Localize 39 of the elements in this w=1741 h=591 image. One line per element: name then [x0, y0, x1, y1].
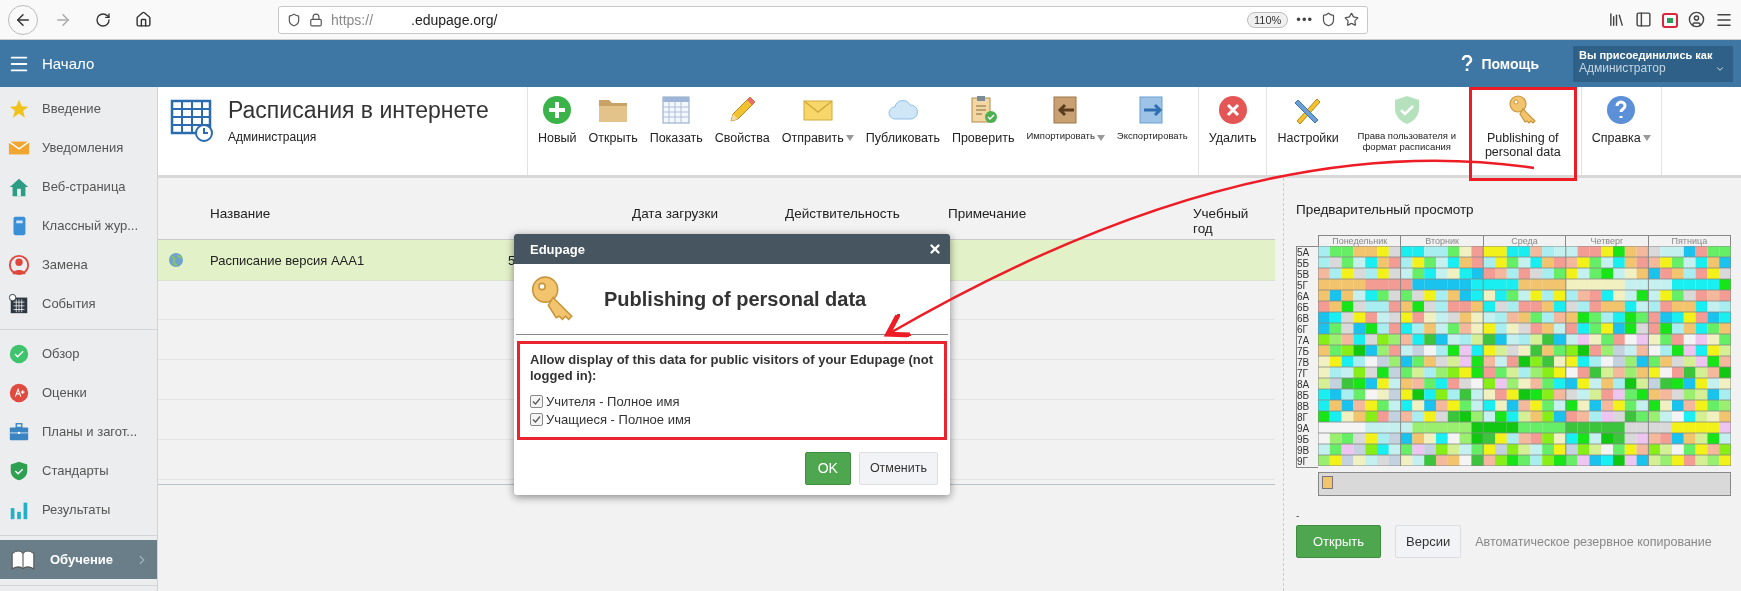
- class-label: 5А: [1297, 247, 1311, 258]
- login-role: Администратор: [1579, 60, 1666, 75]
- url-domain: .edupage.org/: [411, 11, 498, 28]
- class-label: 7В: [1297, 357, 1311, 368]
- class-label: 9Б: [1297, 434, 1311, 445]
- day-label: Понедельник: [1331, 236, 1389, 246]
- day-label: Пятница: [1647, 236, 1731, 246]
- class-label: 6Г: [1297, 324, 1309, 335]
- preview-title: Предварительный просмотр: [1296, 202, 1475, 217]
- class-label: 7А: [1297, 335, 1311, 346]
- day-label: Четверг: [1565, 236, 1648, 246]
- class-label: 7Б: [1297, 346, 1311, 357]
- class-label: 5Г: [1297, 280, 1309, 291]
- app-subtitle: Администрация: [228, 130, 318, 144]
- checkbox-label: Учащиеся - Полное имя: [546, 411, 691, 427]
- checkbox-label: Учителя - Полное имя: [546, 393, 680, 409]
- class-label: 5В: [1297, 269, 1311, 280]
- class-label: 8Г: [1297, 412, 1309, 423]
- dialog-title: Edupage: [530, 241, 585, 257]
- dialog-prompt: Allow display of this data for public visitors of your Edupage (not logged in):: [530, 352, 934, 385]
- class-label: 9Г: [1297, 456, 1309, 467]
- class-label: 5Б: [1297, 258, 1311, 269]
- class-label: 8Б: [1297, 390, 1311, 401]
- day-label: Среда: [1482, 236, 1566, 246]
- class-label: 8В: [1297, 401, 1311, 412]
- day-label: Вторник: [1400, 236, 1483, 246]
- login-caption: Вы присоединились как: [1579, 48, 1714, 61]
- note-text: -: [1296, 510, 1301, 521]
- class-label: 6Б: [1297, 302, 1311, 313]
- class-label: 6В: [1297, 313, 1311, 324]
- class-label: 9А: [1297, 423, 1311, 434]
- class-label: 9В: [1297, 445, 1311, 456]
- class-label: 6А: [1297, 291, 1311, 302]
- table-cell-text: Расписание версия AAA1: [210, 252, 366, 268]
- url-scheme: https://: [331, 11, 374, 28]
- app-title: Расписания в интернете: [228, 97, 489, 124]
- class-label: 8А: [1297, 379, 1311, 390]
- class-label: 7Г: [1297, 368, 1309, 379]
- dialog-heading: Publishing of personal data: [604, 287, 867, 311]
